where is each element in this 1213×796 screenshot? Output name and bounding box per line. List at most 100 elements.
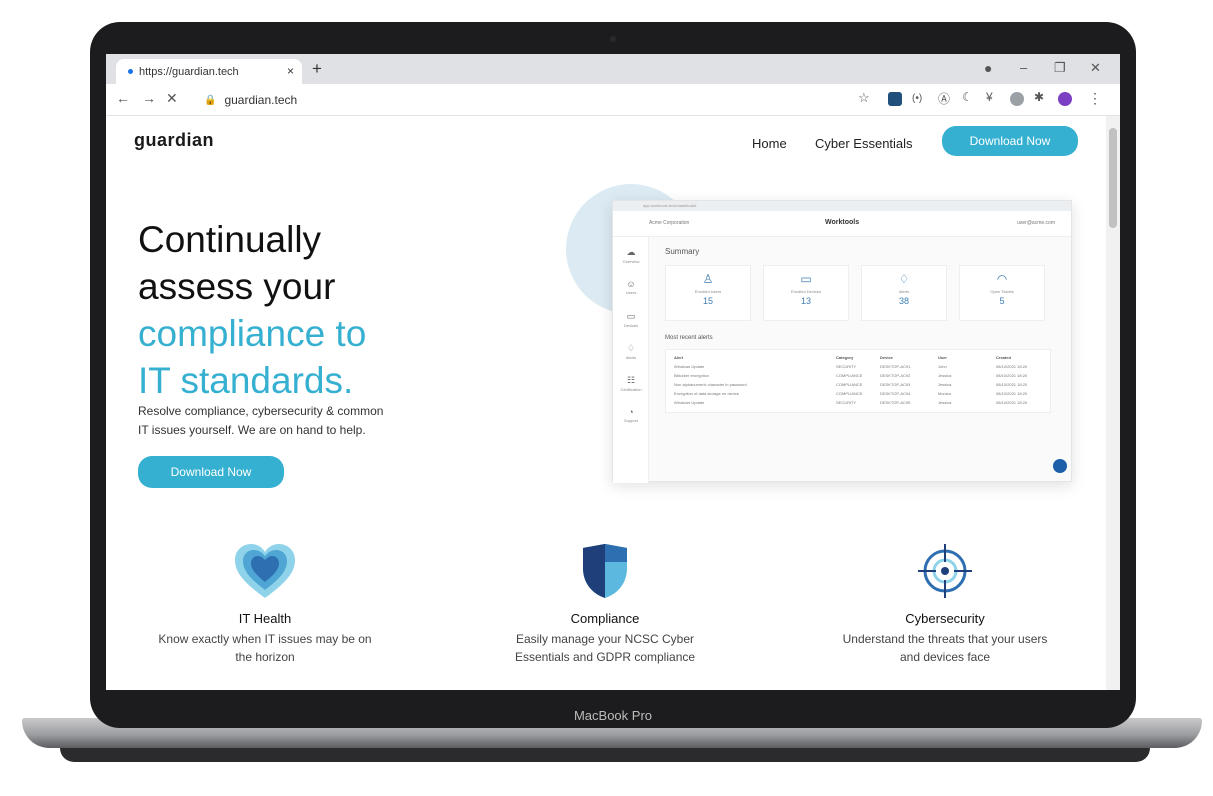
table-cell: COMPLIANCE [836, 382, 863, 387]
table-cell: Bitlocker encryption [674, 373, 709, 378]
table-cell: COMPLIANCE [836, 391, 863, 396]
mockup-card-value: 13 [800, 296, 811, 306]
table-cell: DESKTOP-AC92 [880, 373, 911, 378]
mockup-card-value: 5 [999, 296, 1005, 306]
stage: MacBook Pro https://guardian.tech × + ● … [0, 0, 1213, 796]
page-scrollbar[interactable] [1106, 116, 1120, 690]
mockup-card-label: Enrolled Users [694, 289, 722, 294]
chat-bubble-icon[interactable] [1053, 459, 1067, 473]
extension-icon[interactable]: ¥ [986, 90, 993, 104]
scrollbar-thumb[interactable] [1109, 128, 1117, 228]
mockup-org: Acme Corporation [649, 220, 690, 226]
mockup-header: Acme Corporation Worktools user@acme.com [613, 211, 1071, 237]
table-header: Alert Category Device User Created [666, 354, 1050, 361]
feature-desc-line-1: Understand the threats that your users [842, 632, 1048, 646]
table-cell: Windows Update [674, 364, 705, 369]
nav-home[interactable]: Home [752, 136, 787, 151]
screen: https://guardian.tech × + ● – ❐ ✕ ← → ✕ … [106, 54, 1120, 690]
hero-title: Continually assess your compliance to IT… [138, 216, 468, 404]
mockup-sidebar: ☁ Overview ☺ Users ▭ Devices ♢ Alerts ☷ Certi… [613, 237, 649, 483]
mockup-sidebar-label: Certification [620, 387, 642, 392]
table-cell: 08/10/2021 18:20 [996, 391, 1028, 396]
extension-icon[interactable]: (•) [912, 93, 922, 104]
certificate-icon: ☷ [626, 375, 636, 385]
mockup-card: ♙ Enrolled Users 15 [665, 265, 751, 321]
mockup-card-label: Open Tickets [990, 289, 1014, 294]
user-icon: ♙ [702, 272, 714, 286]
minimize-button[interactable]: – [1020, 60, 1027, 75]
stop-icon[interactable]: ✕ [166, 90, 178, 107]
headset-icon: ◠ [996, 272, 1008, 286]
restore-button[interactable]: ❐ [1054, 60, 1066, 76]
hero-subtitle: Resolve compliance, cybersecurity & comm… [138, 402, 448, 440]
address-bar[interactable]: 🔒 guardian.tech [194, 88, 884, 112]
mockup-brand: Worktools [825, 219, 860, 226]
lock-icon: 🔒 [204, 94, 217, 106]
site-logo[interactable]: guardian [134, 130, 214, 151]
feature-desc-line-2: Essentials and GDPR compliance [514, 650, 696, 664]
nav-download-button[interactable]: Download Now [942, 126, 1078, 156]
user-icon: ☺ [626, 279, 636, 289]
mockup-sidebar-item: ☷ Certification [613, 375, 649, 392]
mockup-alerts-table: Alert Category Device User Created Windo… [665, 349, 1051, 413]
address-text: guardian.tech [224, 93, 298, 107]
mockup-sidebar-label: Users [625, 290, 637, 295]
table-cell: 08/10/2021 18:20 [996, 400, 1028, 405]
camera [610, 36, 616, 42]
extension-icon[interactable] [1010, 92, 1024, 106]
new-tab-button[interactable]: + [312, 59, 322, 79]
table-cell: John [938, 364, 947, 369]
laptop-icon: ▭ [626, 311, 636, 321]
puzzle-icon[interactable]: ✱ [1034, 90, 1044, 104]
shield-icon [583, 544, 627, 598]
mockup-card: ♢ Alerts 38 [861, 265, 947, 321]
mockup-card-value: 38 [898, 296, 909, 306]
star-icon[interactable]: ☆ [858, 90, 870, 106]
table-cell: 08/10/2021 18:20 [996, 373, 1028, 378]
mockup-card-label: Enrolled Devices [790, 289, 821, 294]
browser-tab[interactable]: https://guardian.tech × [116, 59, 302, 84]
avatar[interactable] [1058, 92, 1072, 106]
mockup-user: user@acme.com [1017, 220, 1055, 226]
laptop-lid: MacBook Pro https://guardian.tech × + ● … [90, 22, 1136, 728]
feature-compliance: Compliance Easily manage your NCSC Cyber… [460, 542, 750, 666]
forward-icon[interactable]: → [142, 90, 156, 106]
macbook-label: MacBook Pro [573, 708, 653, 723]
table-header-cell: Category [836, 355, 854, 360]
mockup-card: ◠ Open Tickets 5 [959, 265, 1045, 321]
close-window-button[interactable]: ✕ [1090, 60, 1101, 76]
table-cell: DESKTOP-AC94 [880, 391, 911, 396]
table-cell: 08/10/2021 18:20 [996, 364, 1028, 369]
table-cell: Jessica [938, 373, 952, 378]
feature-it-health: IT Health Know exactly when IT issues ma… [120, 542, 410, 666]
mockup-sidebar-label: Alerts [625, 355, 637, 360]
feature-title: Compliance [570, 611, 640, 626]
feature-title: IT Health [238, 611, 292, 626]
table-row: Encryption of data storage on device COM… [666, 390, 1050, 397]
nav-cyber-essentials[interactable]: Cyber Essentials [815, 136, 913, 151]
profile-circle-icon[interactable]: ● [984, 60, 992, 76]
extension-icon[interactable] [888, 92, 902, 106]
extension-icon[interactable]: ☾ [962, 90, 973, 104]
table-cell: 08/10/2021 18:20 [996, 382, 1028, 387]
table-header-cell: User [938, 355, 947, 360]
laptop-icon: ▭ [800, 272, 812, 286]
table-header-cell: Alert [674, 355, 684, 360]
feature-desc-line-2: the horizon [235, 650, 295, 664]
mockup-sidebar-item: ♢ Alerts [613, 343, 649, 360]
feature-desc-line-2: and devices face [899, 650, 991, 664]
feature-title: Cybersecurity [905, 611, 985, 626]
feature-desc-line-1: Know exactly when IT issues may be on [158, 632, 372, 646]
alert-icon: ♢ [626, 343, 636, 353]
hero-download-button[interactable]: Download Now [138, 456, 284, 488]
cloud-icon: ☁ [626, 247, 636, 257]
tab-close-icon[interactable]: × [287, 64, 294, 78]
back-icon[interactable]: ← [116, 90, 130, 106]
table-cell: Encryption of data storage on device [674, 391, 739, 396]
mockup-card-value: 15 [702, 296, 713, 306]
extension-icon[interactable]: Ⓐ [938, 90, 950, 107]
mockup-url: app.worktools.tech/dashboard [613, 201, 1071, 211]
menu-icon[interactable]: ⋮ [1088, 90, 1102, 107]
web-page: guardian Home Cyber Essentials Download … [106, 116, 1106, 690]
mockup-card-label: Alerts [898, 289, 910, 294]
